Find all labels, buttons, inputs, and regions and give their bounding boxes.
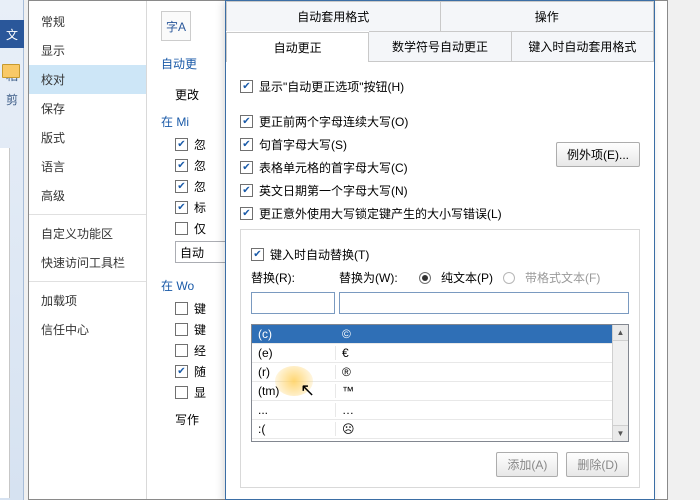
checkbox[interactable] [175,201,188,214]
checkbox[interactable] [175,323,188,336]
sidebar-item-language[interactable]: 语言 [29,152,146,181]
label-two-caps: 更正前两个字母连续大写(O) [259,113,408,130]
tab-actions[interactable]: 操作 [441,1,655,31]
with-input[interactable] [339,292,629,314]
tab-autoformat[interactable]: 自动套用格式 [226,1,441,31]
cell-from: :( [252,422,336,436]
tab-autoformat-typing[interactable]: 键入时自动套用格式 [512,31,654,61]
cell-to: ™ [336,384,612,398]
option-label: 键 [194,300,206,317]
tab-math-autocorrect[interactable]: 数学符号自动更正 [369,31,511,61]
checkbox-capslock[interactable] [240,207,253,220]
checkbox[interactable] [175,302,188,315]
cell-to: ® [336,365,612,379]
delete-button[interactable]: 删除(D) [566,452,629,477]
label-sentence-cap: 句首字母大写(S) [259,136,347,153]
checkbox-sentence-cap[interactable] [240,138,253,151]
cell-from: (e) [252,346,336,360]
ribbon-file-tab[interactable]: 文 [0,20,24,48]
cell-to: € [336,346,612,360]
checkbox-two-caps[interactable] [240,115,253,128]
radio-plain-text[interactable] [419,272,431,284]
checkbox[interactable] [175,138,188,151]
folder-icon[interactable] [2,64,20,78]
option-label: 键 [194,321,206,338]
scroll-down-icon[interactable]: ▼ [613,425,628,441]
radio-formatted-text [503,272,515,284]
replace-group: 键入时自动替换(T) 替换(R): 替换为(W): 纯文本(P) 带格式文本(F… [240,229,640,488]
option-label: 显 [194,384,206,401]
cell-from: (tm) [252,384,336,398]
table-row[interactable]: (tm) ™ [252,382,612,401]
autocorrect-table-body[interactable]: (c) © (e) € (r) ® (tm) ™ [252,325,612,441]
checkbox[interactable] [175,365,188,378]
autocorrect-dialog: 自动套用格式 操作 自动更正 数学符号自动更正 键入时自动套用格式 显示"自动更… [225,0,655,500]
vertical-ruler [0,148,10,498]
sidebar-item-trust[interactable]: 信任中心 [29,315,146,344]
checkbox[interactable] [175,222,188,235]
table-row[interactable]: ... … [252,401,612,420]
sidebar-item-proofing[interactable]: 校对 [29,65,146,94]
autocorrect-body: 显示"自动更正选项"按钮(H) 更正前两个字母连续大写(O) 句首字母大写(S)… [226,62,654,498]
checkbox-day-cap[interactable] [240,184,253,197]
table-row[interactable]: (r) ® [252,363,612,382]
cut-button[interactable]: 剪 [1,88,23,110]
label-capslock: 更正意外使用大写锁定键产生的大小写错误(L) [259,205,502,222]
label-show-buttons: 显示"自动更正选项"按钮(H) [259,78,404,95]
option-label: 标 [194,199,206,216]
cell-from: ... [252,403,336,417]
sidebar-item-customize-ribbon[interactable]: 自定义功能区 [29,219,146,248]
sidebar-item-save[interactable]: 保存 [29,94,146,123]
cell-to: … [336,403,612,417]
radio-formatted-label: 带格式文本(F) [525,269,600,286]
sidebar-item-general[interactable]: 常规 [29,7,146,36]
checkbox-replace-as-type[interactable] [251,248,264,261]
table-row[interactable]: :-( ☹ [252,439,612,441]
option-label: 忽 [194,157,206,174]
sidebar-divider [29,281,146,282]
sidebar-item-qat[interactable]: 快速访问工具栏 [29,248,146,277]
tabs-container: 自动套用格式 操作 自动更正 数学符号自动更正 键入时自动套用格式 [226,1,654,62]
replace-label: 替换(R): [251,269,329,286]
sidebar-item-display[interactable]: 显示 [29,36,146,65]
options-sidebar: 常规 显示 校对 保存 版式 语言 高级 自定义功能区 快速访问工具栏 加载项 … [29,1,147,499]
checkbox[interactable] [175,159,188,172]
label-day-cap: 英文日期第一个字母大写(N) [259,182,408,199]
option-label: 忽 [194,178,206,195]
checkbox[interactable] [175,386,188,399]
sidebar-item-addins[interactable]: 加载项 [29,286,146,315]
sidebar-divider [29,214,146,215]
radio-plain-label: 纯文本(P) [441,269,493,286]
option-label: 仅 [194,220,206,237]
label-replace-as-type: 键入时自动替换(T) [270,246,369,263]
checkbox[interactable] [175,344,188,357]
label-table-cap: 表格单元格的首字母大写(C) [259,159,408,176]
autocorrect-table: (c) © (e) € (r) ® (tm) ™ [251,324,629,442]
cell-from: (c) [252,327,336,341]
table-row[interactable]: :( ☹ [252,420,612,439]
option-label: 随 [194,363,206,380]
replace-input[interactable] [251,292,335,314]
add-button[interactable]: 添加(A) [496,452,558,477]
scroll-up-icon[interactable]: ▲ [613,325,628,341]
sidebar-item-layout[interactable]: 版式 [29,123,146,152]
cell-to: ☹ [336,422,612,436]
proofing-icon: 字A [161,11,191,41]
sidebar-item-advanced[interactable]: 高级 [29,181,146,210]
table-row[interactable]: (c) © [252,325,612,344]
checkbox-table-cap[interactable] [240,161,253,174]
checkbox[interactable] [175,180,188,193]
with-label: 替换为(W): [339,269,409,286]
option-label: 忽 [194,136,206,153]
table-row[interactable]: (e) € [252,344,612,363]
option-label: 经 [194,342,206,359]
tab-autocorrect[interactable]: 自动更正 [226,32,369,62]
checkbox-show-buttons[interactable] [240,80,253,93]
cell-from: (r) [252,365,336,379]
scrollbar[interactable]: ▲ ▼ [612,325,628,441]
exceptions-button[interactable]: 例外项(E)... [556,142,640,167]
cell-to: © [336,327,612,341]
